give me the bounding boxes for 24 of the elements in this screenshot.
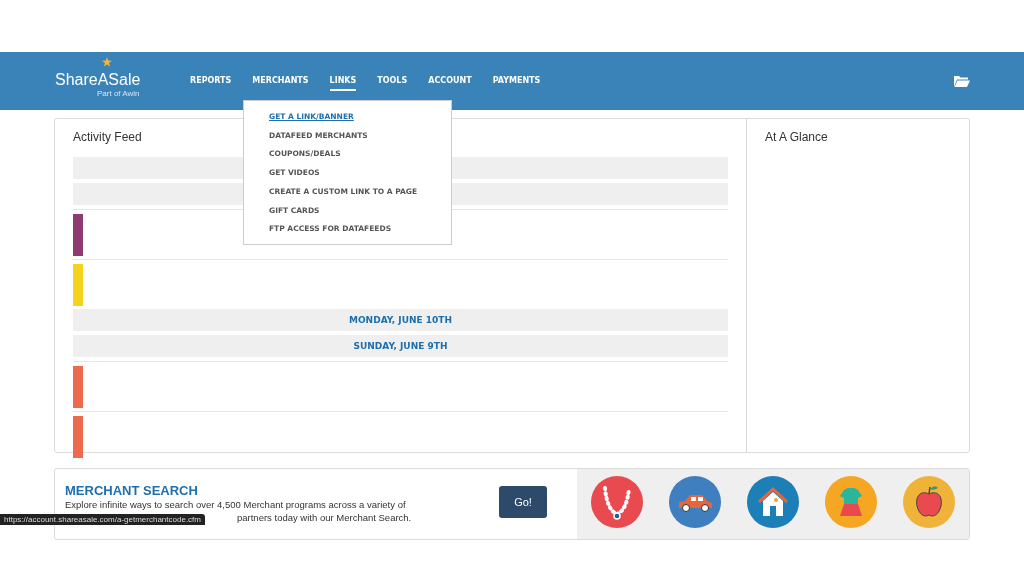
description-text: partners today with our Merchant Search. [237, 511, 413, 524]
card-title: At A Glance [765, 130, 828, 144]
nav-link[interactable]: MERCHANTS [252, 71, 309, 91]
house-icon[interactable] [747, 476, 799, 528]
star-icon [102, 56, 112, 67]
nav-link[interactable]: PAYMENTS [492, 71, 541, 91]
date-header: SUNDAY, JUNE 9TH [73, 335, 728, 357]
date-header: MONDAY, JUNE 10TH [73, 309, 728, 331]
section-title: MERCHANT SEARCH [65, 483, 199, 498]
nav-link[interactable]: ACCOUNT [428, 71, 472, 91]
nav-link[interactable]: TOOLS [377, 71, 408, 91]
status-url: https://account.shareasale.com/a-getmerchantcode.cfm [0, 514, 205, 525]
necklace-icon[interactable] [591, 476, 643, 528]
logo-tagline: Part of Awin [97, 88, 140, 98]
nav-link[interactable]: REPORTS [190, 71, 232, 91]
car-icon[interactable] [669, 476, 721, 528]
apple-icon[interactable] [903, 476, 955, 528]
dress-icon[interactable] [825, 476, 877, 528]
nav-link[interactable]: LINKS [329, 71, 357, 91]
logo[interactable]: ShareASale [55, 70, 141, 89]
folder-icon[interactable] [954, 75, 970, 87]
go-button[interactable]: Go! [499, 486, 547, 518]
description-text: Explore infinite ways to search over 4,500 Merchant programs across a variety of [65, 498, 407, 511]
card-title: Activity Feed [73, 130, 142, 144]
